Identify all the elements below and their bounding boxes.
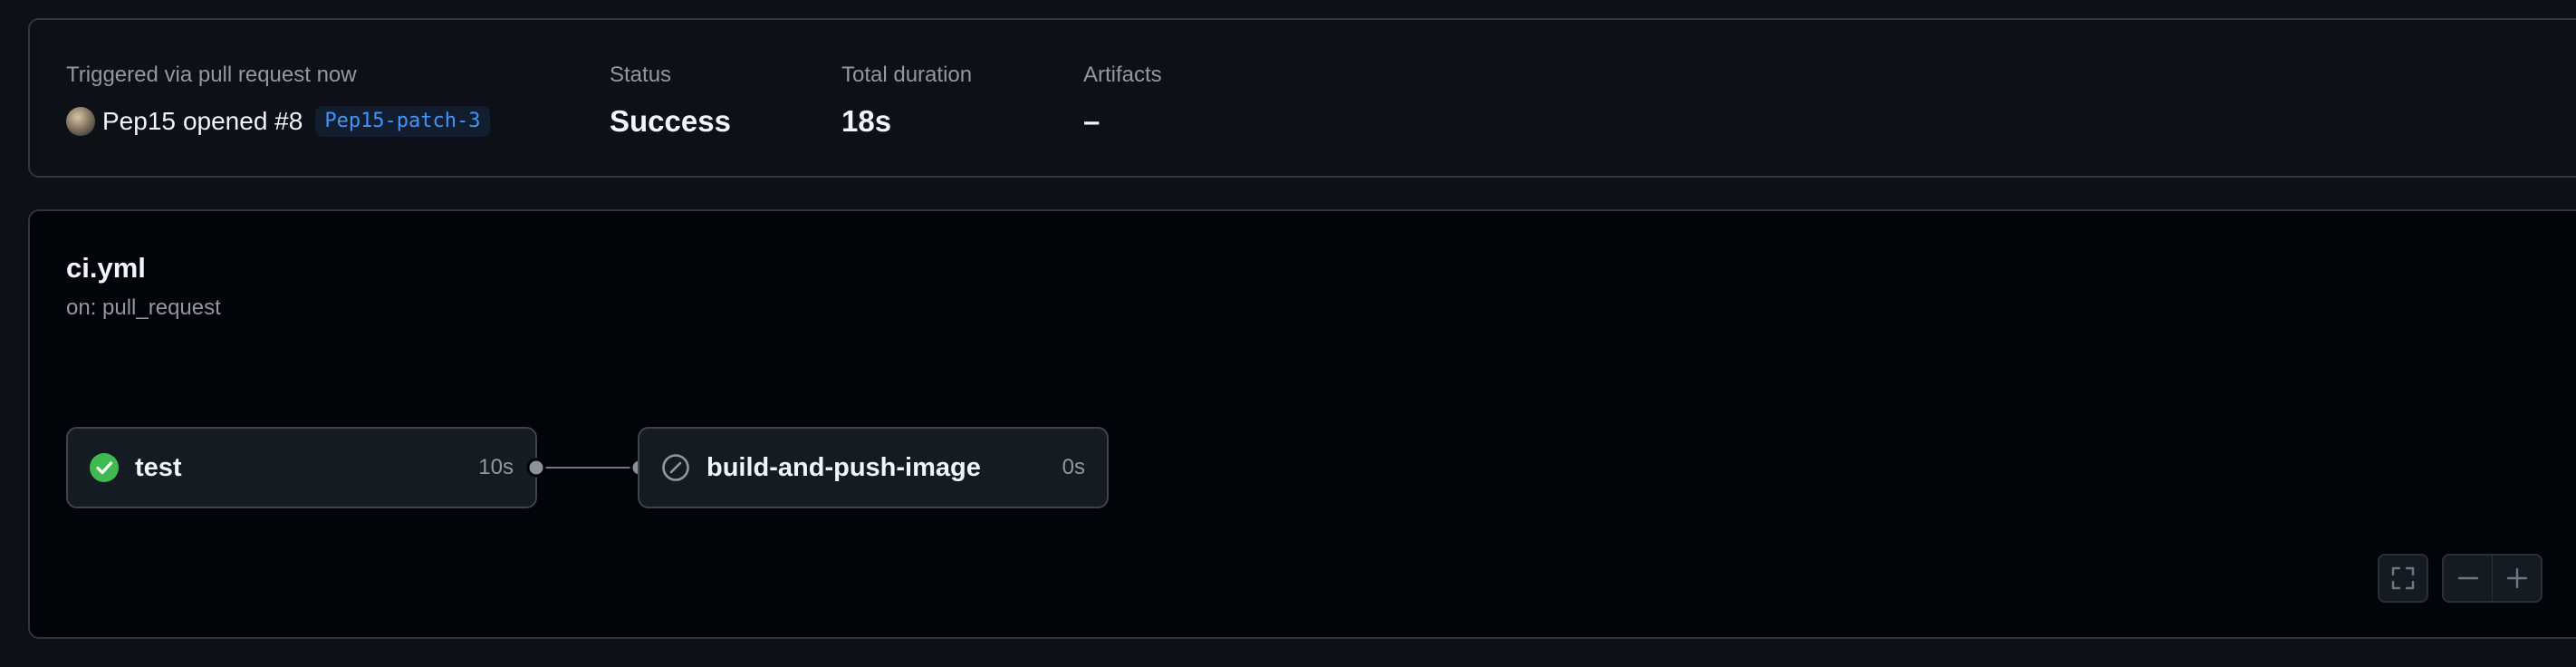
skipped-icon bbox=[662, 454, 689, 481]
trigger-user[interactable]: Pep15 bbox=[102, 107, 176, 136]
connector-dot-out bbox=[526, 458, 546, 478]
duration-label: Total duration bbox=[841, 63, 973, 87]
trigger-action[interactable]: opened #8 bbox=[183, 107, 303, 136]
avatar[interactable] bbox=[66, 107, 95, 136]
branch-badge[interactable]: Pep15-patch-3 bbox=[315, 106, 490, 137]
trigger-label: Triggered via pull request now bbox=[66, 63, 357, 87]
trigger-row: Pep15 opened #8 Pep15-patch-3 bbox=[66, 103, 490, 140]
zoom-out-icon bbox=[2457, 576, 2478, 580]
duration-info: Total duration 18s bbox=[841, 62, 972, 140]
duration-value: 18s bbox=[841, 104, 892, 138]
job-card-test[interactable]: test 10s bbox=[66, 427, 537, 508]
workflow-trigger: on: pull_request bbox=[66, 295, 221, 320]
workflow-name[interactable]: ci.yml bbox=[66, 251, 146, 285]
zoom-out-button[interactable] bbox=[2442, 554, 2493, 603]
fullscreen-button[interactable] bbox=[2378, 554, 2428, 603]
artifacts-label: Artifacts bbox=[1083, 63, 1162, 87]
status-info: Status Success bbox=[610, 62, 731, 140]
zoom-in-icon bbox=[2506, 567, 2527, 589]
job-duration: 0s bbox=[1062, 455, 1085, 479]
trigger-info: Triggered via pull request now Pep15 ope… bbox=[66, 62, 490, 140]
run-summary-panel: Triggered via pull request now Pep15 ope… bbox=[28, 18, 2576, 178]
job-card-build-and-push-image[interactable]: build-and-push-image 0s bbox=[638, 427, 1109, 508]
workflow-graph-panel: ci.yml on: pull_request test 10s build-a… bbox=[28, 209, 2576, 639]
artifacts-value: – bbox=[1083, 104, 1101, 138]
zoom-in-button[interactable] bbox=[2492, 554, 2542, 603]
fullscreen-icon bbox=[2391, 566, 2415, 590]
job-name: test bbox=[135, 452, 182, 482]
artifacts-info: Artifacts – bbox=[1083, 62, 1162, 140]
job-duration: 10s bbox=[478, 455, 514, 479]
job-name: build-and-push-image bbox=[706, 452, 981, 482]
check-circle-icon bbox=[90, 453, 119, 482]
status-value: Success bbox=[610, 104, 731, 138]
status-label: Status bbox=[610, 63, 672, 87]
